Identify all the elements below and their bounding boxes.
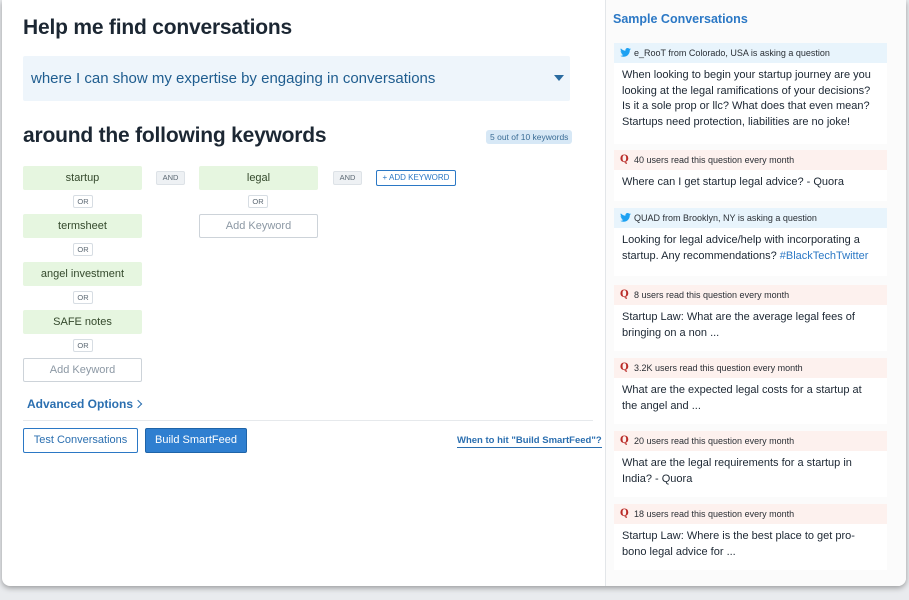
conversation-card[interactable]: Q 3.2K users read this question every mo… — [614, 358, 887, 424]
card-header: Q 20 users read this question every mont… — [614, 431, 887, 451]
card-header: QUAD from Brooklyn, NY is asking a quest… — [614, 208, 887, 228]
card-header-text: 40 users read this question every month — [634, 155, 795, 165]
build-smartfeed-help-link[interactable]: When to hit "Build SmartFeed"? — [457, 435, 602, 448]
or-label: OR — [73, 291, 93, 304]
add-keyword-group-button[interactable]: + ADD KEYWORD — [376, 170, 456, 186]
card-body-text: What are the expected legal costs for a … — [622, 384, 862, 412]
conversation-card[interactable]: Q 20 users read this question every mont… — [614, 431, 887, 497]
and-label: AND — [156, 171, 185, 185]
or-label: OR — [73, 195, 93, 208]
add-keyword-input[interactable]: Add Keyword — [199, 214, 318, 238]
page-title: Help me find conversations — [23, 16, 293, 39]
or-label: OR — [248, 195, 268, 208]
chevron-down-icon — [554, 75, 564, 81]
quora-q-icon: Q — [620, 289, 629, 300]
card-body-text: When looking to begin your startup journ… — [622, 69, 871, 128]
card-header: e_RooT from Colorado, USA is asking a qu… — [614, 43, 887, 63]
conversation-card[interactable]: Q 8 users read this question every month… — [614, 285, 887, 351]
quora-q-icon: Q — [620, 154, 629, 165]
advanced-options-label: Advanced Options — [27, 397, 134, 411]
sample-conversations-pane: Sample Conversations e_RooT from Colorad… — [605, 0, 906, 586]
card-header: Q 8 users read this question every month — [614, 285, 887, 305]
intent-selected-value: where I can show my expertise by engagin… — [31, 70, 436, 87]
add-keyword-input[interactable]: Add Keyword — [23, 358, 142, 382]
card-header-text: 18 users read this question every month — [634, 509, 795, 519]
twitter-bird-icon — [620, 48, 631, 57]
sample-conversations-title: Sample Conversations — [613, 12, 748, 26]
quora-q-icon: Q — [620, 435, 629, 446]
app-window: Help me find conversations where I can s… — [2, 0, 906, 586]
conversation-card[interactable]: Q 40 users read this question every mont… — [614, 150, 887, 201]
card-body: Looking for legal advice/help with incor… — [614, 228, 887, 264]
keyword-chip[interactable]: SAFE notes — [23, 310, 142, 334]
card-header-text: QUAD from Brooklyn, NY is asking a quest… — [634, 213, 817, 223]
or-label: OR — [73, 339, 93, 352]
smartfeed-builder-pane: Help me find conversations where I can s… — [2, 0, 605, 586]
test-conversations-button[interactable]: Test Conversations — [23, 428, 138, 453]
keyword-chip[interactable]: termsheet — [23, 214, 142, 238]
card-body-text: Startup Law: Where is the best place to … — [622, 530, 855, 558]
advanced-options-link[interactable]: Advanced Options — [27, 397, 143, 411]
conversation-card[interactable]: Q 18 users read this question every mont… — [614, 504, 887, 570]
card-header: Q 18 users read this question every mont… — [614, 504, 887, 524]
or-label: OR — [73, 243, 93, 256]
chevron-right-icon — [133, 399, 143, 409]
card-header-text: e_RooT from Colorado, USA is asking a qu… — [634, 48, 830, 58]
card-header: Q 3.2K users read this question every mo… — [614, 358, 887, 378]
conversation-card[interactable]: QUAD from Brooklyn, NY is asking a quest… — [614, 208, 887, 276]
card-header-text: 8 users read this question every month — [634, 290, 790, 300]
keyword-chip[interactable]: angel investment — [23, 262, 142, 286]
card-header-text: 20 users read this question every month — [634, 436, 795, 446]
quora-q-icon: Q — [620, 508, 629, 519]
and-label: AND — [333, 171, 362, 185]
twitter-bird-icon — [620, 213, 631, 222]
card-body-text: Startup Law: What are the average legal … — [622, 311, 855, 339]
card-header: Q 40 users read this question every mont… — [614, 150, 887, 170]
build-smartfeed-button[interactable]: Build SmartFeed — [145, 428, 247, 453]
conversation-card[interactable]: e_RooT from Colorado, USA is asking a qu… — [614, 43, 887, 144]
card-body-text: Where can I get startup legal advice? - … — [622, 176, 844, 188]
keywords-heading: around the following keywords — [23, 124, 327, 147]
keyword-chip[interactable]: startup — [23, 166, 142, 190]
divider — [23, 420, 593, 421]
quora-q-icon: Q — [620, 362, 629, 373]
hashtag-link[interactable]: #BlackTechTwitter — [780, 250, 869, 262]
intent-dropdown[interactable]: where I can show my expertise by engagin… — [23, 56, 570, 101]
keyword-chip[interactable]: legal — [199, 166, 318, 190]
keyword-count-badge: 5 out of 10 keywords — [486, 130, 573, 144]
card-body-text: What are the legal requirements for a st… — [622, 457, 852, 485]
card-header-text: 3.2K users read this question every mont… — [634, 363, 803, 373]
